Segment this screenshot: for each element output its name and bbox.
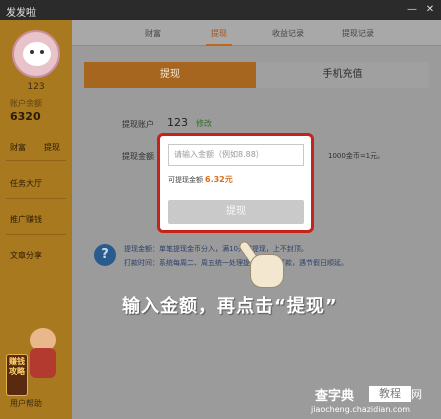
- earning-guide-mascot[interactable]: 赚钱攻略: [6, 320, 66, 400]
- subtab-withdraw[interactable]: 提现: [84, 62, 256, 88]
- watermark-url: jiaocheng.chazidian.com: [311, 405, 411, 414]
- watermark: 查字典 教程 网 jiaocheng.chazidian.com: [307, 385, 441, 419]
- mascot-body-icon: [30, 348, 56, 378]
- sidebar-link-withdraw[interactable]: 提现: [44, 142, 60, 153]
- sidebar-divider: [6, 234, 66, 235]
- subtab-bar: 提现 手机充值: [84, 62, 429, 88]
- user-help-link[interactable]: 用户帮助: [10, 398, 42, 409]
- info-payment-time: 打款时间：系统每周二、周五统一处理提现申请并打款，遇节假日顺延。: [124, 259, 348, 267]
- withdraw-account-value: 123: [167, 116, 188, 129]
- avatar-face-icon: [23, 42, 51, 66]
- active-tab-indicator: [206, 44, 232, 46]
- instruction-caption: 输入金额，再点击“提现”: [122, 296, 338, 317]
- withdraw-button[interactable]: 提现: [168, 200, 304, 224]
- available-amount-value: 6.32元: [205, 175, 233, 184]
- window-title: 发发啦: [6, 8, 36, 19]
- avatar[interactable]: [12, 30, 60, 78]
- sidebar-item-promote[interactable]: 推广赚钱: [10, 214, 42, 225]
- tab-wealth[interactable]: 财富: [145, 28, 161, 39]
- username: 123: [27, 82, 45, 92]
- exchange-rate-note: 1000金币=1元。: [328, 152, 385, 160]
- sidebar-divider: [6, 160, 66, 161]
- title-bar: 发发啦 — ✕: [0, 0, 441, 20]
- tab-bar: 财富 提现 收益记录 提现记录: [72, 20, 441, 46]
- minimize-button[interactable]: —: [405, 3, 419, 17]
- question-icon: ?: [94, 244, 116, 266]
- withdraw-dialog: 请输入金额（例如8.88） 可提现金额 6.32元 提现: [157, 133, 314, 233]
- subtab-phone-recharge[interactable]: 手机充值: [256, 62, 429, 88]
- account-balance-label: 账户余额: [10, 99, 42, 108]
- account-balance-value: 6320: [10, 110, 41, 123]
- sidebar-link-wealth[interactable]: 财富: [10, 142, 26, 153]
- modify-link[interactable]: 修改: [196, 118, 212, 129]
- amount-input[interactable]: 请输入金额（例如8.88）: [168, 144, 304, 166]
- sidebar-item-article-share[interactable]: 文章分享: [10, 250, 42, 261]
- withdraw-account-label: 提现账户: [122, 120, 154, 129]
- sidebar-item-task-hall[interactable]: 任务大厅: [10, 178, 42, 189]
- earning-guide-badge: 赚钱攻略: [6, 354, 28, 396]
- sidebar-divider: [6, 198, 66, 199]
- sidebar: 123 账户余额 6320 财富 提现 任务大厅 推广赚钱 文章分享 赚钱攻略 …: [0, 20, 72, 419]
- watermark-label-2: 网: [411, 388, 422, 401]
- tab-withdraw-records[interactable]: 提现记录: [342, 28, 374, 39]
- available-amount-label: 可提现金额: [168, 176, 203, 184]
- watermark-label: 教程: [369, 386, 411, 402]
- tab-income-records[interactable]: 收益记录: [272, 28, 304, 39]
- withdraw-amount-label: 提现金额: [122, 152, 154, 161]
- pointing-hand-icon: [237, 239, 288, 290]
- close-button[interactable]: ✕: [423, 3, 437, 17]
- tab-withdraw[interactable]: 提现: [211, 28, 227, 39]
- watermark-site: 查字典: [315, 389, 355, 404]
